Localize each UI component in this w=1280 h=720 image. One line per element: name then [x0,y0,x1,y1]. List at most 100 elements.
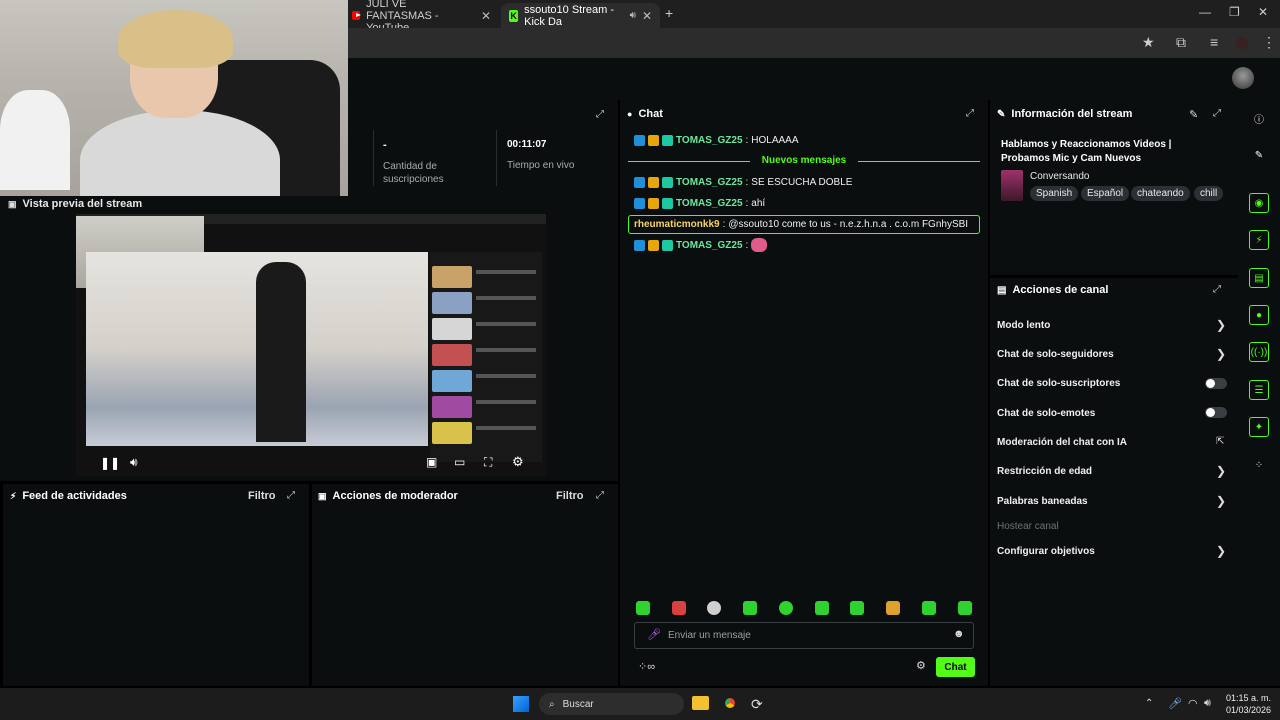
microphone-icon[interactable]: 🎤︎ [647,628,661,641]
action-configure-goals[interactable]: Configurar objetivos [997,546,1095,557]
taskbar-time[interactable]: 01:15 a. m. [1226,693,1271,703]
mod-filter-button[interactable]: Filtro [556,490,584,502]
stream-tag[interactable]: Español [1081,186,1130,201]
emote-icon[interactable] [743,601,757,615]
emote-icon[interactable] [815,601,829,615]
settings-gear-icon[interactable]: ⚙ [512,454,524,470]
player-controls: ❚❚ 🔊︎ ▣ ▭ ⛶ ⚙ [86,452,542,474]
speaker-icon[interactable]: 🔊︎ [630,10,636,21]
external-link-icon[interactable]: ⇱ [1216,436,1224,447]
wifi-icon[interactable]: ◠ [1188,697,1198,710]
media-controls-icon[interactable]: ≡ [1210,34,1218,50]
emote-icon[interactable] [779,601,793,615]
expand-icon[interactable]: ⤢ [596,110,606,120]
fullscreen-icon[interactable]: ⛶ [484,455,492,470]
stream-tag[interactable]: chateando [1131,186,1190,201]
extensions-icon[interactable]: ⧉ [1176,34,1186,51]
broadcast-icon[interactable]: ((·)) [1249,342,1269,362]
chat-username[interactable]: TOMAS_GZ25 [676,240,743,251]
chat-message[interactable]: TOMAS_GZ25: ahí [634,195,765,211]
expand-icon[interactable]: ⤢ [596,491,606,501]
emote-icon[interactable] [672,601,686,615]
layout-icon[interactable]: ☰ [1249,380,1269,400]
volume-tray-icon[interactable]: 🔊︎ [1204,697,1211,710]
chevron-right-icon[interactable]: ❯ [1216,544,1226,558]
emote-icon[interactable] [886,601,900,615]
maximize-icon[interactable]: ❐ [1229,5,1240,19]
bookmark-star-icon[interactable]: ★ [1142,34,1155,51]
stream-preview-video[interactable]: ❚❚ 🔊︎ ▣ ▭ ⛶ ⚙ [76,214,546,476]
chrome-icon[interactable] [722,695,738,711]
close-tab-icon[interactable]: ✕ [481,9,491,23]
chevron-right-icon[interactable]: ❯ [1216,464,1226,478]
app-icon[interactable]: ⟳ [751,696,763,713]
chat-username[interactable]: TOMAS_GZ25 [676,135,743,146]
chevron-right-icon[interactable]: ❯ [1216,347,1226,361]
action-slow-mode[interactable]: Modo lento [997,320,1050,331]
emote-icon[interactable] [922,601,936,615]
feed-filter-button[interactable]: Filtro [248,490,276,502]
emoji-icon[interactable]: ☻ [953,628,965,640]
send-chat-button[interactable]: Chat [936,657,975,677]
edit-pencil-icon[interactable]: ✎ [1189,108,1198,121]
info-icon[interactable]: ⓘ [1249,108,1269,128]
stream-tag[interactable]: chill [1194,186,1224,201]
new-tab-icon[interactable]: + [665,5,673,21]
expand-icon[interactable]: ⤢ [1213,109,1223,119]
file-explorer-icon[interactable] [692,696,709,710]
chat-message[interactable]: TOMAS_GZ25: [634,237,768,253]
chat-username[interactable]: TOMAS_GZ25 [676,198,743,209]
action-banned-words[interactable]: Palabras baneadas [997,496,1088,507]
theater-icon[interactable]: ▭ [454,455,465,469]
stream-tag[interactable]: Spanish [1030,186,1079,201]
chat-message[interactable]: TOMAS_GZ25: SE ESCUCHA DOBLE [634,174,852,190]
chevron-right-icon[interactable]: ❯ [1216,494,1226,508]
chat-rail-icon[interactable]: ● [1249,305,1269,325]
emotes-only-toggle[interactable] [1205,407,1227,418]
action-age-restriction[interactable]: Restricción de edad [997,466,1092,477]
lightning-icon[interactable]: ⚡︎ [1249,230,1269,250]
close-tab-icon[interactable]: ✕ [642,9,652,23]
clip-icon[interactable]: ◉ [1249,193,1269,213]
pip-icon[interactable]: ▣ [426,455,437,469]
microphone-tray-icon[interactable]: 🎤︎ [1168,697,1182,710]
chat-settings-gear-icon[interactable]: ⚙ [916,659,926,672]
category-name[interactable]: Conversando [1030,171,1089,182]
emote-icon[interactable] [850,601,864,615]
pencil-icon[interactable]: ✎ [1249,145,1269,165]
subscribers-only-toggle[interactable] [1205,378,1227,389]
chat-username[interactable]: rheumaticmonkk9 [634,219,720,230]
action-followers-only[interactable]: Chat de solo-seguidores [997,349,1114,360]
wrench-rail-icon[interactable]: ✦ [1249,417,1269,437]
expand-icon[interactable]: ⤢ [966,109,976,119]
chevron-up-icon[interactable]: ⌃ [1145,698,1153,709]
emote-icon[interactable] [958,601,972,615]
document-icon[interactable]: ▤ [1249,268,1269,288]
expand-icon[interactable]: ⤢ [287,491,297,501]
chevron-right-icon[interactable]: ❯ [1216,318,1226,332]
menu-dots-icon[interactable]: ⋮ [1262,34,1276,51]
tab-youtube[interactable]: JULI VE FANTASMAS - YouTube ✕ [344,0,499,34]
chat-message[interactable]: rheumaticmonkk9: @ssouto10 come to us - … [634,216,968,232]
windows-start-icon[interactable] [513,696,529,712]
new-messages-divider[interactable]: Nuevos mensajes [628,154,980,168]
volume-icon[interactable]: 🔊︎ [130,455,138,470]
close-window-icon[interactable]: ✕ [1258,5,1268,19]
chat-message[interactable]: TOMAS_GZ25: HOLAAAA [634,132,799,148]
chat-username[interactable]: TOMAS_GZ25 [676,177,743,188]
profile-icon[interactable] [1236,37,1248,49]
emote-icon[interactable] [707,601,721,615]
taskbar-search[interactable]: ⌕ Buscar [539,693,684,715]
emote-icon[interactable] [636,601,650,615]
tab-kick[interactable]: K ssouto10 Stream - Kick Da 🔊︎ ✕ [501,3,660,28]
apps-icon[interactable]: ⁘ [1249,455,1269,475]
taskbar-date[interactable]: 01/03/2026 [1226,705,1271,715]
pause-icon[interactable]: ❚❚ [100,456,120,470]
minimize-icon[interactable]: — [1199,5,1211,19]
avatar[interactable] [1232,67,1254,89]
category-thumbnail[interactable] [1001,170,1023,201]
chat-tools-icon[interactable]: ⁘∞ [638,660,655,673]
expand-icon[interactable]: ⤢ [1213,285,1223,295]
streamer-hair [118,10,233,68]
action-ai-moderation[interactable]: Moderación del chat con IA [997,437,1127,448]
